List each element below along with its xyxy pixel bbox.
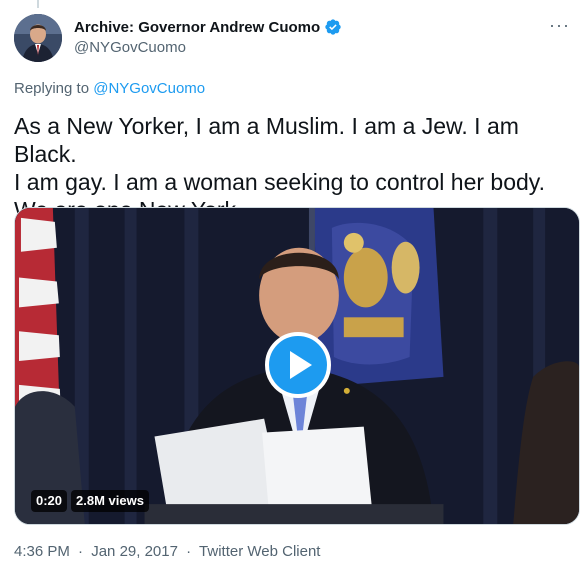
replying-to-prefix: Replying to xyxy=(14,80,90,97)
replying-to: Replying to @NYGovCuomo xyxy=(14,80,205,97)
meta-separator: · xyxy=(186,543,192,560)
video-views: 2.8M views xyxy=(71,490,149,512)
thread-connector-line xyxy=(37,0,39,8)
play-icon xyxy=(290,351,312,379)
verified-badge-icon xyxy=(325,19,341,35)
tweet-source[interactable]: Twitter Web Client xyxy=(199,543,320,560)
author-names: Archive: Governor Andrew Cuomo @NYGovCuo… xyxy=(74,18,342,56)
display-name-row: Archive: Governor Andrew Cuomo xyxy=(74,18,342,36)
video-duration: 0:20 xyxy=(31,490,68,512)
video-player[interactable]: 0:20 2.8M views xyxy=(14,207,580,525)
tweet-card: Archive: Governor Andrew Cuomo @NYGovCuo… xyxy=(0,0,588,572)
author-handle[interactable]: @NYGovCuomo xyxy=(74,39,342,56)
replying-to-mention[interactable]: @NYGovCuomo xyxy=(93,80,205,97)
more-options-icon[interactable]: ··· xyxy=(549,16,570,34)
tweet-header: Archive: Governor Andrew Cuomo @NYGovCuo… xyxy=(14,14,578,64)
play-button[interactable] xyxy=(265,332,331,398)
profile-photo-icon xyxy=(14,14,62,62)
avatar[interactable] xyxy=(14,14,62,62)
video-overlay-badges: 0:20 2.8M views xyxy=(31,490,149,512)
display-name[interactable]: Archive: Governor Andrew Cuomo xyxy=(74,19,320,36)
tweet-metadata: 4:36 PM · Jan 29, 2017 · Twitter Web Cli… xyxy=(14,543,320,560)
tweet-date[interactable]: Jan 29, 2017 xyxy=(91,543,178,560)
meta-separator: · xyxy=(78,543,84,560)
tweet-time[interactable]: 4:36 PM xyxy=(14,543,70,560)
